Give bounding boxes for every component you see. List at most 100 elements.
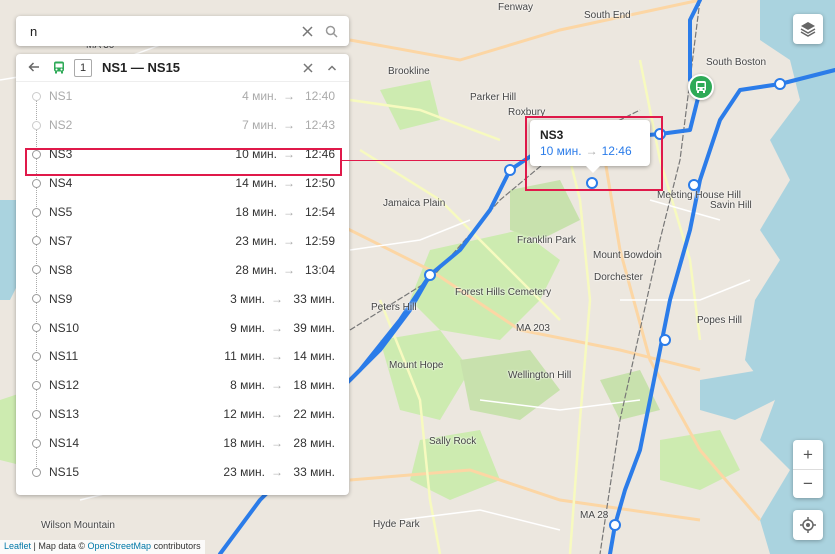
stop-name: NS3 <box>49 147 73 162</box>
search-icon <box>325 25 338 38</box>
stop-row[interactable]: NS10 9 мин. → 39 мин. <box>16 313 349 352</box>
stop-dot-icon <box>32 207 41 217</box>
stop-name: NS1 <box>49 89 73 104</box>
layers-button[interactable] <box>793 14 823 44</box>
stop-name: NS14 <box>49 436 80 451</box>
stop-dot-icon <box>32 149 41 159</box>
stop-name: NS7 <box>49 233 73 248</box>
stop-duration: 12 мин. <box>223 407 265 422</box>
back-button[interactable] <box>28 60 44 76</box>
stop-popup: NS3 10 мин. → 12:46 <box>530 120 650 173</box>
stop-dot-icon <box>32 178 41 188</box>
stop-time: 12:54 <box>304 205 335 219</box>
stop-name: NS12 <box>49 378 80 393</box>
close-icon <box>301 25 313 37</box>
arrow-right-icon: → <box>283 176 295 191</box>
stop-list: NS1 4 мин. → 12:40 NS2 7 мин. → 12:43 NS3 10 мин.… <box>16 82 349 486</box>
search-input[interactable] <box>30 23 293 39</box>
map-label: Fenway <box>498 2 534 13</box>
stop-time: 12:46 <box>304 147 335 162</box>
stop-dot-icon <box>32 294 41 304</box>
popup-time-row: 10 мин. → 12:46 <box>540 144 640 158</box>
arrow-right-icon: → <box>271 291 283 306</box>
map-label: South Boston <box>706 57 767 68</box>
map-label: Parker Hill <box>470 92 517 103</box>
map-label: Popes Hill <box>697 315 743 326</box>
stop-duration: 8 мин. <box>230 378 265 393</box>
stop-dot-icon <box>32 467 41 477</box>
map-label: Jamaica Plain <box>383 198 446 209</box>
map-label: Hyde Park <box>373 519 420 530</box>
stop-row[interactable]: NS15 23 мин. → 33 мин. <box>16 458 349 487</box>
stop-name: NS15 <box>49 465 80 480</box>
arrow-right-icon: → <box>283 89 295 104</box>
arrow-right-icon: → <box>271 349 283 364</box>
stop-duration: 28 мин. <box>235 262 277 277</box>
stop-duration: 18 мин. <box>223 436 265 451</box>
stop-dot-icon <box>32 351 41 361</box>
stop-name: NS8 <box>49 262 73 277</box>
stop-time: 14 мин. <box>293 349 335 364</box>
map-label: Dorchester <box>594 272 643 283</box>
arrow-right-icon: → <box>283 233 295 248</box>
arrow-right-icon: → <box>271 407 283 422</box>
popup-duration: 10 мин. <box>540 144 582 158</box>
map-label: Forest Hills Cemetery <box>455 287 552 298</box>
osm-link[interactable]: OpenStreetMap <box>88 541 152 551</box>
map-label: Mount Bowdoin <box>593 250 662 261</box>
stop-dot-icon <box>32 380 41 390</box>
stop-row[interactable]: NS2 7 мин. → 12:43 <box>16 111 349 149</box>
locate-button[interactable] <box>793 510 823 540</box>
map-label: MA 203 <box>516 323 550 334</box>
arrow-right-icon: → <box>585 144 598 158</box>
stop-name: NS10 <box>49 320 80 335</box>
stop-row[interactable]: NS9 3 мин. → 33 мин. <box>16 284 349 323</box>
bus-icon <box>696 81 706 93</box>
map-label: Mount Hope <box>389 360 444 371</box>
stop-row[interactable]: NS5 18 мин. → 12:54 <box>16 198 349 236</box>
stop-row[interactable]: NS12 8 мин. → 18 мин. <box>16 371 349 409</box>
stop-row[interactable]: NS11 11 мин. → 14 мин. <box>16 342 349 381</box>
stop-name: NS4 <box>49 176 73 191</box>
close-route-button[interactable] <box>299 60 317 76</box>
stop-time: 13:04 <box>304 262 335 277</box>
leaflet-link[interactable]: Leaflet <box>4 541 31 551</box>
popup-stop-name: NS3 <box>540 128 564 142</box>
zoom-control: + − <box>793 440 823 498</box>
zoom-out-button[interactable]: − <box>793 469 823 498</box>
search-bar <box>16 16 349 46</box>
arrow-right-icon: → <box>283 147 295 162</box>
stop-row[interactable]: NS13 12 мин. → 22 мин. <box>16 400 349 438</box>
close-icon <box>303 62 313 73</box>
map-label: Peters Hill <box>371 302 417 313</box>
arrow-right-icon: → <box>271 465 283 480</box>
stop-row[interactable]: NS3 10 мин. → 12:46 <box>16 140 349 178</box>
stop-dot-icon <box>32 120 41 130</box>
arrow-right-icon: → <box>283 262 295 277</box>
arrow-right-icon: → <box>283 118 295 133</box>
layers-icon <box>800 22 816 37</box>
arrow-right-icon: → <box>271 436 283 451</box>
highlight-connector <box>342 160 525 161</box>
stop-row[interactable]: NS4 14 мин. → 12:50 <box>16 169 349 207</box>
crosshair-icon <box>800 517 816 533</box>
stop-name: NS11 <box>49 349 79 364</box>
clear-search-button[interactable] <box>297 21 317 41</box>
zoom-in-button[interactable]: + <box>793 440 823 469</box>
bus-stop-marker[interactable] <box>688 74 714 100</box>
stop-duration: 7 мин. <box>242 118 277 133</box>
collapse-button[interactable] <box>323 60 341 76</box>
route-title: NS1 — NS15 <box>102 60 181 75</box>
search-button[interactable] <box>321 21 341 41</box>
stop-time: 18 мин. <box>293 378 335 393</box>
stop-row[interactable]: NS7 23 мин. → 12:59 <box>16 226 349 265</box>
stop-row[interactable]: NS1 4 мин. → 12:40 <box>16 82 349 120</box>
stop-time: 12:40 <box>304 89 335 104</box>
chevron-up-icon <box>327 64 337 71</box>
stop-time: 33 мин. <box>293 465 335 480</box>
stop-time: 22 мин. <box>293 407 335 422</box>
stop-row[interactable]: NS8 28 мин. → 13:04 <box>16 255 349 294</box>
stop-dot-icon <box>32 265 41 275</box>
stop-row[interactable]: NS14 18 мин. → 28 мин. <box>16 429 349 467</box>
map-label: South End <box>584 10 631 21</box>
